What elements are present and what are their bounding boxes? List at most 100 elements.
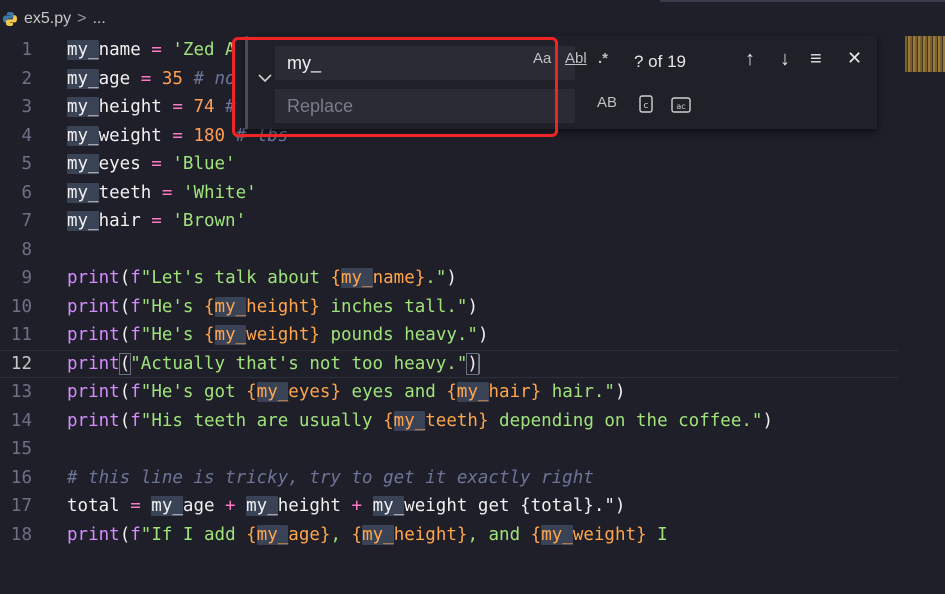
line-number: 8 (21, 239, 32, 260)
operator: = (151, 182, 183, 203)
function: print (67, 353, 120, 374)
identifier: age (98, 68, 131, 89)
fstring-prefix: f (130, 268, 141, 289)
operator: = (140, 211, 173, 232)
operator: = (119, 496, 152, 517)
preserve-case-toggle[interactable]: AB (597, 94, 617, 111)
identifier: weight (572, 524, 637, 545)
next-match-button[interactable]: ↓ (780, 48, 790, 71)
fstring-prefix: f (130, 296, 141, 317)
find-replace-widget: my_ Aa Abl .* ? of 19 ↑ ↓ ≡ ✕ Replace AB… (245, 36, 877, 129)
line-number: 14 (10, 410, 32, 431)
punctuation: ( (119, 382, 131, 403)
replace-all-icon[interactable]: ac (670, 94, 692, 114)
number: 180 (193, 125, 226, 146)
identifier: height (277, 496, 341, 517)
breadcrumb-more[interactable]: ... (92, 10, 105, 28)
code-line: 13 print(f"He's got {my_eyes} eyes and {… (0, 378, 898, 407)
identifier: age (288, 524, 320, 545)
match-highlight: my_ (362, 524, 394, 545)
function: print (67, 296, 120, 317)
string: "He's got (140, 382, 247, 403)
operator: = (130, 68, 162, 89)
string: 'White' (182, 182, 257, 203)
punctuation: ( (119, 325, 131, 346)
line-number: 18 (10, 524, 32, 545)
line-number: 7 (21, 211, 32, 232)
string: inches tall." (319, 296, 468, 317)
string: 'Zed A (172, 40, 236, 61)
punctuation: ( (119, 268, 131, 289)
find-in-selection-button[interactable]: ≡ (810, 48, 822, 71)
string: eyes and (341, 382, 447, 403)
string: "Let's talk about (140, 268, 331, 289)
brace: } (330, 382, 341, 403)
match-highlight: my_ (340, 268, 373, 289)
breadcrumb: ex5.py > ... (0, 0, 945, 38)
string: "He's (140, 325, 204, 346)
punctuation: ( (119, 296, 131, 317)
line-number: 17 (10, 496, 32, 517)
brace: } (477, 410, 489, 431)
code-line: 7 my_hair = 'Brown' (0, 207, 898, 236)
svg-text:ac: ac (676, 102, 685, 111)
punctuation: ) (762, 410, 773, 431)
line-number: 3 (21, 97, 32, 118)
identifier: name (372, 268, 415, 289)
operator: = (161, 125, 194, 146)
string: depending on the coffee." (488, 410, 763, 431)
svg-text:c: c (644, 101, 649, 111)
operator: = (140, 40, 173, 61)
bracket-match: ( (118, 352, 132, 375)
match-highlight: my_ (214, 296, 247, 317)
find-input[interactable]: my_ (275, 46, 575, 80)
string: , (330, 524, 352, 545)
match-highlight: my_ (67, 68, 99, 89)
widget-sash[interactable] (245, 36, 248, 129)
code-line: 18 print(f"If I add {my_age}, {my_height… (0, 521, 898, 550)
brace: } (636, 524, 647, 545)
toggle-replace-button[interactable] (253, 64, 277, 92)
replace-one-icon[interactable]: c (637, 94, 655, 114)
operator: = (161, 97, 194, 118)
punctuation: ) (614, 382, 626, 403)
code-line: 17 total = my_age + my_height + my_weigh… (0, 492, 898, 521)
comment: # no (182, 68, 236, 89)
identifier: total (67, 496, 120, 517)
brace: { (204, 296, 215, 317)
match-whole-word-toggle[interactable]: Abl (565, 50, 587, 67)
match-highlight: my_ (67, 125, 99, 146)
number: 74 (193, 97, 215, 118)
code-line: 15 (0, 435, 898, 464)
punctuation: ) (446, 268, 457, 289)
code-line: 16 # this line is tricky, try to get it … (0, 464, 898, 493)
code-line-current: 12 print("Actually that's not too heavy.… (0, 349, 898, 378)
identifier: weight (98, 125, 162, 146)
string: 'Brown' (172, 211, 247, 232)
match-highlight: my_ (256, 524, 289, 545)
match-highlight: my_ (67, 154, 99, 175)
identifier: hair (98, 211, 141, 232)
fstring-prefix: f (130, 410, 141, 431)
match-case-toggle[interactable]: Aa (533, 50, 551, 67)
close-find-button[interactable]: ✕ (847, 48, 862, 69)
punctuation: ( (119, 410, 131, 431)
string: "If I add (140, 524, 247, 545)
match-highlight: my_ (67, 211, 99, 232)
previous-match-button[interactable]: ↑ (745, 48, 755, 71)
brace: { (246, 524, 257, 545)
code-text: get {total}.") (467, 496, 626, 517)
string: , and (467, 524, 531, 545)
code-line: 5 my_eyes = 'Blue' (0, 150, 898, 179)
match-highlight: my_ (246, 496, 278, 517)
replace-input[interactable]: Replace (275, 89, 575, 123)
code-line: 10 print(f"He's {my_height} inches tall.… (0, 293, 898, 322)
function: print (67, 410, 120, 431)
text-cursor (477, 353, 480, 374)
identifier: teeth (98, 182, 152, 203)
match-highlight: my_ (214, 325, 247, 346)
regex-toggle[interactable]: .* (598, 50, 608, 67)
function: print (67, 382, 120, 403)
breadcrumb-file[interactable]: ex5.py (24, 10, 71, 28)
line-number: 1 (21, 40, 32, 61)
